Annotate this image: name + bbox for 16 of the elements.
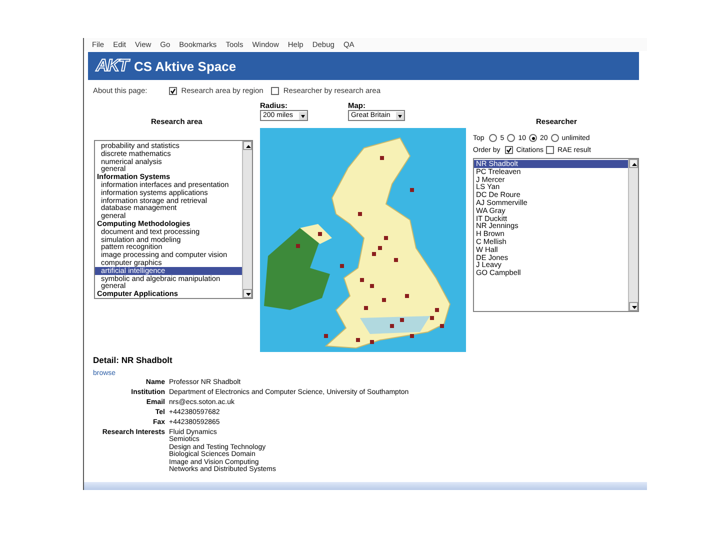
app-title: CS Aktive Space [134,58,236,74]
radio-button[interactable] [489,134,498,142]
checkbox[interactable] [505,146,514,154]
checkbox[interactable] [169,86,178,94]
checkmark-icon [506,147,512,153]
checkbox[interactable] [271,86,280,94]
dropdown-arrow-icon [396,112,404,120]
detail-title: Detail: NR Shadbolt [93,355,174,365]
radio-button[interactable] [529,134,537,142]
checkmark-icon [170,88,176,94]
logo: AKT [96,56,128,76]
radio-button[interactable] [550,134,559,142]
dropdown-arrow-icon [298,112,307,120]
horizontal-scrollbar[interactable] [84,482,647,490]
radio-button[interactable] [507,134,516,142]
checkbox[interactable] [546,146,554,154]
